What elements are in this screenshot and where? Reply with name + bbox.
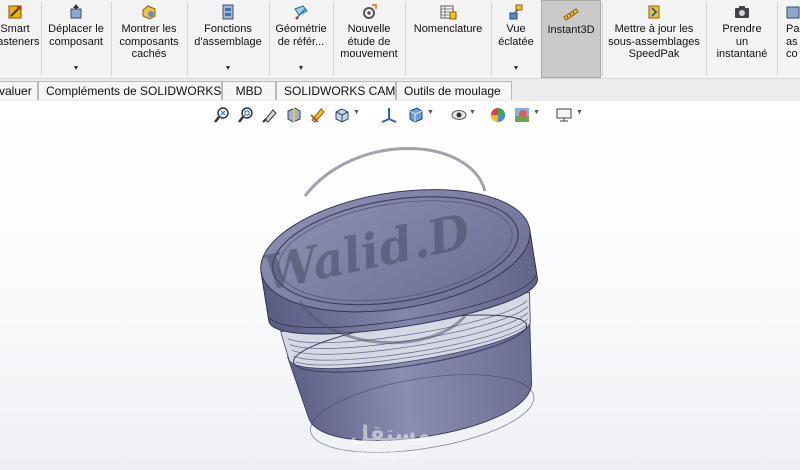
svg-text:mostaql.com: mostaql.com [355, 447, 423, 461]
exploded-view-button[interactable]: Vue éclatée ▼ [492, 0, 540, 78]
instant3d-button[interactable]: Instant3D [541, 0, 601, 78]
move-component-icon [70, 4, 82, 19]
svg-text:مستقل: مستقل [350, 422, 430, 447]
update-speedpak-button[interactable]: Mettre à jour les sous-assemblages Speed… [603, 0, 705, 78]
assembly-features-label: Fonctions d'assemblage [194, 23, 262, 48]
reference-geometry-button[interactable]: Géométrie de référ... ▼ [270, 0, 332, 78]
large-assembly-button[interactable]: Pa as co [778, 0, 800, 78]
exploded-view-icon [509, 4, 523, 20]
assembly-features-icon [222, 4, 234, 20]
command-manager-tabs: valuer Compléments de SOLIDWORKS MBD SOL… [0, 79, 800, 102]
large-assembly-icon [786, 6, 800, 19]
instant3d-label: Instant3D [547, 24, 595, 36]
bill-of-materials-icon [440, 5, 457, 20]
move-component-button[interactable]: Déplacer le composant ▼ [42, 0, 110, 78]
new-motion-study-button[interactable]: Nouvelle étude de mouvement [334, 0, 404, 78]
reference-geometry-icon [294, 5, 308, 20]
bill-of-materials-button[interactable]: Nomenclature [406, 0, 490, 78]
exploded-view-label: Vue éclatée [498, 23, 534, 48]
take-snapshot-label: Prendre un instantané [716, 23, 768, 60]
show-hidden-components-icon [142, 5, 156, 20]
brand-watermark: مستقل mostaql.com [350, 422, 430, 461]
show-hidden-components-label: Montrer les composants cachés [119, 23, 179, 60]
new-motion-study-icon [363, 4, 377, 19]
new-motion-study-label: Nouvelle étude de mouvement [340, 23, 398, 60]
smart-fasteners-button[interactable]: Smart Fasteners [0, 0, 40, 78]
chevron-down-icon[interactable]: ▼ [188, 65, 268, 73]
speedpak-icon [648, 5, 660, 19]
tab-evaluate[interactable]: valuer [0, 81, 38, 100]
move-component-label: Déplacer le composant [48, 23, 104, 48]
take-snapshot-button[interactable]: Prendre un instantané [707, 0, 777, 78]
reference-geometry-label: Géométrie de référ... [275, 23, 327, 48]
command-manager-ribbon: Smart Fasteners Déplacer le composant ▼ … [0, 0, 800, 79]
tab-solidworks-cam[interactable]: SOLIDWORKS CAM [276, 81, 396, 100]
snapshot-camera-icon [735, 6, 749, 18]
model-view[interactable]: Walid.D مستقل mostaql.com [0, 101, 800, 470]
assembly-features-button[interactable]: Fonctions d'assemblage ▼ [188, 0, 268, 78]
smart-fasteners-label: Smart Fasteners [0, 23, 40, 48]
chevron-down-icon[interactable]: ▼ [42, 65, 110, 73]
tab-solidworks-addins[interactable]: Compléments de SOLIDWORKS [38, 81, 222, 100]
show-hidden-components-button[interactable]: Montrer les composants cachés [112, 0, 186, 78]
smart-fasteners-icon [8, 5, 22, 19]
chevron-down-icon[interactable]: ▼ [492, 65, 540, 73]
bill-of-materials-label: Nomenclature [413, 23, 483, 35]
instant3d-icon [563, 8, 579, 21]
chevron-down-icon[interactable]: ▼ [270, 65, 332, 73]
update-speedpak-label: Mettre à jour les sous-assemblages Speed… [608, 23, 700, 60]
large-assembly-label: Pa as co [786, 23, 800, 60]
tab-mold-tools[interactable]: Outils de moulage [396, 81, 512, 100]
tab-mbd[interactable]: MBD [222, 81, 276, 100]
